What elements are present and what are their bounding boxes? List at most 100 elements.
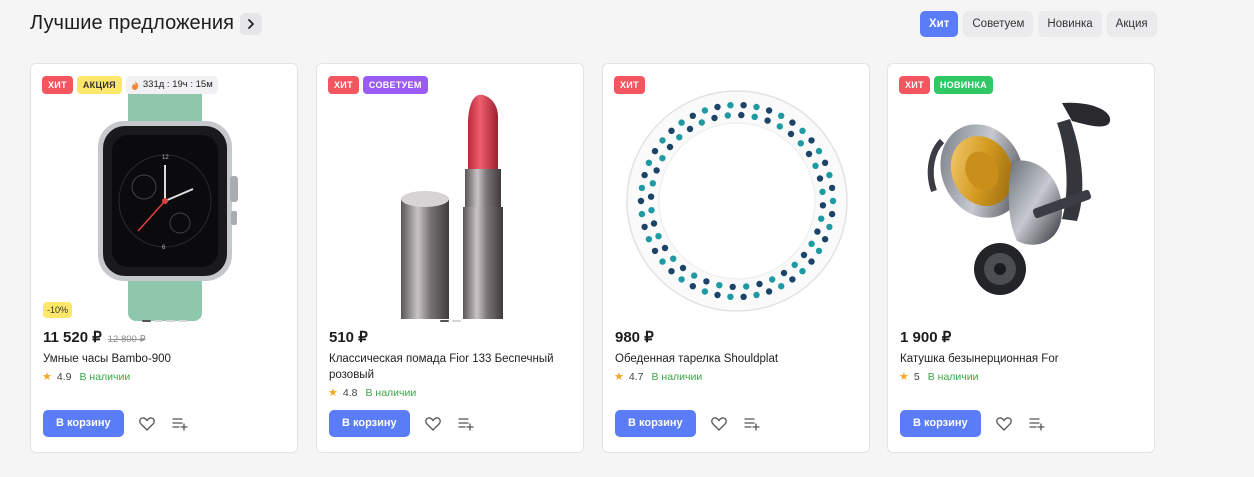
- smartwatch-image: 12 6: [98, 81, 238, 321]
- product-name[interactable]: Классическая помада Fior 133 Беспечный р…: [329, 351, 569, 383]
- promo-timer: 331д : 19ч : 15м: [125, 76, 218, 94]
- rating: ★ 4.9 В наличии: [42, 370, 130, 384]
- favorite-button[interactable]: [710, 415, 728, 433]
- favorite-button[interactable]: [138, 415, 156, 433]
- rating: ★ 5 В наличии: [899, 370, 979, 384]
- lipstick-image: [401, 94, 503, 319]
- plate-dot: [740, 102, 747, 109]
- plate-dot: [753, 291, 760, 299]
- price: 980 ₽: [615, 329, 654, 346]
- rating-value: 4.9: [56, 370, 72, 383]
- old-price: 12 800 ₽: [107, 334, 146, 345]
- plate-dot: [641, 223, 648, 231]
- plate-dot: [701, 107, 709, 114]
- plate-dot: [689, 112, 696, 119]
- plate-dot: [651, 247, 659, 255]
- add-to-cart-button[interactable]: В корзину: [615, 410, 696, 437]
- plate-dot: [666, 143, 674, 151]
- price-row: 980 ₽: [615, 328, 654, 346]
- badge-group: Хит: [614, 76, 645, 94]
- plate-dot: [778, 112, 785, 119]
- plate-dot: [698, 119, 705, 126]
- plate-image: [626, 90, 848, 312]
- plate-dot: [727, 293, 734, 300]
- compare-button[interactable]: [1028, 415, 1046, 433]
- section-arrow-button[interactable]: [240, 13, 262, 35]
- plate-dot: [701, 288, 709, 295]
- hit-badge: Хит: [899, 76, 930, 94]
- product-image[interactable]: [331, 78, 571, 324]
- stock-status: В наличии: [927, 370, 979, 383]
- plate-dot: [670, 255, 677, 262]
- plate-dot: [826, 223, 833, 231]
- plate-dot: [655, 233, 662, 240]
- product-card[interactable]: Хит Советуем: [316, 63, 584, 453]
- filter-tab-recommend[interactable]: Советуем: [963, 11, 1034, 37]
- compare-button[interactable]: [743, 415, 761, 433]
- plate-dot: [816, 175, 824, 182]
- plate-dot: [659, 258, 666, 265]
- add-to-list-icon: [172, 417, 188, 431]
- plate-dot: [691, 272, 698, 279]
- badge-group: Хит Акция 331д : 19ч : 15м: [42, 76, 218, 94]
- plate-dot: [753, 103, 760, 111]
- svg-text:12: 12: [162, 155, 169, 161]
- product-card[interactable]: Хит 980 ₽ Обеденная тарелка Shouldplat ★…: [602, 63, 870, 453]
- product-card[interactable]: Хит Акция 331д : 19ч : 15м 12 6 -10%: [30, 63, 298, 453]
- badge-group: Хит Советуем: [328, 76, 428, 94]
- plate-dot: [729, 283, 736, 291]
- product-card[interactable]: Хит Новинка: [887, 63, 1155, 453]
- heart-icon: [424, 416, 441, 431]
- add-to-cart-button[interactable]: В корзину: [900, 410, 981, 437]
- plate-dot: [765, 107, 773, 114]
- image-pager[interactable]: [440, 320, 461, 322]
- favorite-button[interactable]: [995, 415, 1013, 433]
- hit-badge: Хит: [614, 76, 645, 94]
- heart-icon: [138, 416, 155, 431]
- new-badge: Новинка: [933, 76, 993, 94]
- product-name[interactable]: Умные часы Bambo-900: [43, 351, 283, 367]
- rating: ★ 4.8 В наличии: [328, 386, 416, 400]
- plate-dot: [668, 127, 675, 134]
- plate-dot: [740, 293, 747, 300]
- plate-dot: [780, 269, 788, 277]
- chevron-right-icon: [248, 19, 254, 29]
- product-name[interactable]: Катушка безынерционная For: [900, 351, 1140, 367]
- plate-dot: [641, 171, 648, 179]
- section-title: Лучшие предложения: [30, 12, 235, 34]
- product-image[interactable]: [617, 78, 857, 324]
- add-to-cart-button[interactable]: В корзину: [43, 410, 124, 437]
- plate-dot: [818, 215, 825, 222]
- favorite-button[interactable]: [424, 415, 442, 433]
- plate-dot: [751, 113, 758, 120]
- product-name[interactable]: Обеденная тарелка Shouldplat: [615, 351, 855, 367]
- plate-dot: [789, 119, 796, 126]
- product-image[interactable]: [902, 78, 1142, 324]
- plate-dot: [638, 184, 646, 192]
- plate-dot: [778, 283, 785, 290]
- filter-tab-sale[interactable]: Акция: [1106, 11, 1157, 37]
- card-actions: В корзину: [615, 410, 761, 437]
- image-pager[interactable]: [142, 320, 187, 322]
- star-icon: ★: [42, 371, 52, 383]
- plate-dot: [724, 112, 731, 119]
- rating: ★ 4.7 В наличии: [614, 370, 702, 384]
- product-image[interactable]: 12 6: [45, 78, 285, 324]
- plate-dot: [826, 171, 833, 179]
- add-to-list-icon: [458, 417, 474, 431]
- compare-button[interactable]: [457, 415, 475, 433]
- card-actions: В корзину: [329, 410, 475, 437]
- plate-dot: [676, 134, 683, 141]
- plate-dot: [653, 167, 660, 174]
- compare-button[interactable]: [171, 415, 189, 433]
- price: 1 900 ₽: [900, 329, 952, 346]
- filter-tab-new[interactable]: Новинка: [1038, 11, 1102, 37]
- filter-tab-hit[interactable]: Хит: [920, 11, 959, 37]
- plate-dot: [808, 258, 815, 265]
- add-to-cart-button[interactable]: В корзину: [329, 410, 410, 437]
- plate-dot: [805, 150, 813, 158]
- plate-dot: [716, 282, 723, 289]
- heart-icon: [710, 416, 727, 431]
- plate-dot: [791, 261, 798, 268]
- add-to-list-icon: [744, 417, 760, 431]
